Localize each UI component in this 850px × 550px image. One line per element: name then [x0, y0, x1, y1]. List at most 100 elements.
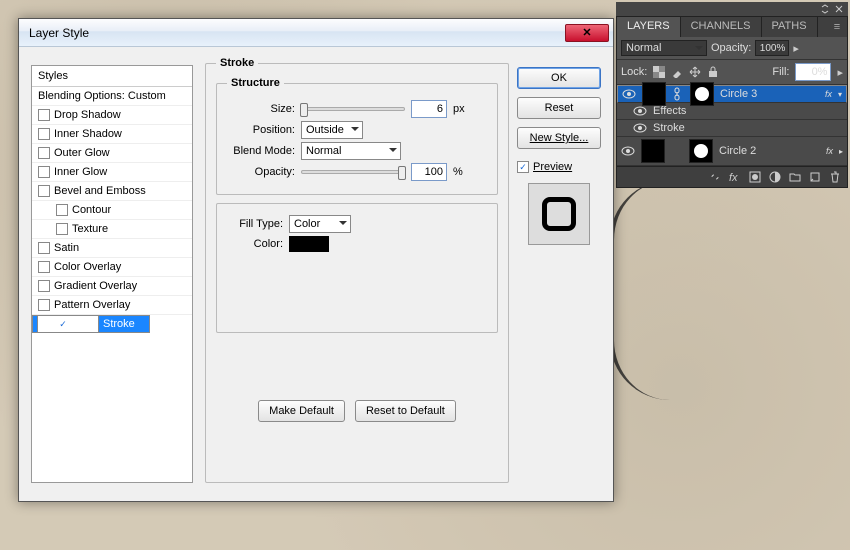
- checkbox[interactable]: ✓: [517, 161, 529, 173]
- layer-mask-icon[interactable]: [749, 171, 761, 183]
- tab-paths[interactable]: PATHS: [762, 17, 818, 37]
- chevron-right-icon[interactable]: ▸: [839, 147, 843, 156]
- stroke-group: Stroke Structure Size: px Position: Outs…: [205, 57, 509, 483]
- opacity-label: Opacity:: [227, 166, 295, 178]
- layer-thumb[interactable]: [642, 82, 666, 106]
- fx-badge[interactable]: fx: [826, 146, 833, 156]
- blendmode-select[interactable]: Normal: [301, 142, 401, 160]
- panel-tabs: LAYERS CHANNELS PATHS ≡: [617, 17, 847, 37]
- layer-style-icon[interactable]: fx: [729, 171, 741, 183]
- position-select[interactable]: Outside: [301, 121, 363, 139]
- fill-group: Fill Type: Color Color:: [216, 203, 498, 333]
- style-contour[interactable]: Contour: [32, 201, 192, 220]
- checkbox[interactable]: [38, 261, 50, 273]
- lock-transparent-icon[interactable]: [653, 66, 665, 78]
- color-swatch[interactable]: [289, 236, 329, 252]
- checkbox[interactable]: [38, 166, 50, 178]
- style-stroke[interactable]: ✓Stroke: [32, 315, 150, 333]
- visibility-icon[interactable]: [622, 89, 636, 99]
- preview-swatch: [528, 183, 590, 245]
- size-input[interactable]: [411, 100, 447, 118]
- dialog-title: Layer Style: [29, 26, 565, 40]
- style-pattern-overlay[interactable]: Pattern Overlay: [32, 296, 192, 315]
- tab-layers[interactable]: LAYERS: [617, 17, 681, 37]
- checkbox[interactable]: [38, 147, 50, 159]
- collapse-icon[interactable]: [820, 4, 830, 14]
- tab-channels[interactable]: CHANNELS: [681, 17, 762, 37]
- effect-stroke-row[interactable]: Stroke: [617, 120, 847, 137]
- position-label: Position:: [227, 124, 295, 136]
- opacity-input[interactable]: [755, 40, 789, 56]
- checkbox[interactable]: [38, 299, 50, 311]
- checkbox[interactable]: [56, 204, 68, 216]
- trash-icon[interactable]: [829, 171, 841, 183]
- close-button[interactable]: ✕: [565, 24, 609, 42]
- preview-checkbox[interactable]: ✓Preview: [517, 161, 601, 173]
- checkbox[interactable]: ✓: [37, 315, 99, 333]
- adjustment-layer-icon[interactable]: [769, 171, 781, 183]
- visibility-icon[interactable]: [621, 146, 635, 156]
- opacity-arrow-icon[interactable]: ▸: [793, 42, 799, 55]
- filltype-label: Fill Type:: [227, 218, 283, 230]
- opacity-slider[interactable]: [301, 170, 405, 174]
- lock-label: Lock:: [621, 66, 647, 78]
- style-outer-glow[interactable]: Outer Glow: [32, 144, 192, 163]
- make-default-button[interactable]: Make Default: [258, 400, 345, 422]
- blending-options-row[interactable]: Blending Options: Custom: [32, 87, 192, 106]
- panel-menu-icon[interactable]: ≡: [827, 17, 847, 37]
- visibility-icon[interactable]: [633, 106, 647, 116]
- reset-default-button[interactable]: Reset to Default: [355, 400, 456, 422]
- slider-thumb[interactable]: [398, 166, 406, 180]
- ok-button[interactable]: OK: [517, 67, 601, 89]
- titlebar[interactable]: Layer Style ✕: [19, 19, 613, 47]
- style-color-overlay[interactable]: Color Overlay: [32, 258, 192, 277]
- opacity-input[interactable]: [411, 163, 447, 181]
- layer-mask-thumb[interactable]: [689, 139, 713, 163]
- checkbox[interactable]: [38, 128, 50, 140]
- checkbox[interactable]: [38, 280, 50, 292]
- chevron-down-icon[interactable]: ▾: [838, 90, 842, 99]
- size-slider[interactable]: [301, 107, 405, 111]
- visibility-icon[interactable]: [633, 123, 647, 133]
- new-style-button[interactable]: New Style...: [517, 127, 601, 149]
- style-drop-shadow[interactable]: Drop Shadow: [32, 106, 192, 125]
- layer-name[interactable]: Circle 2: [719, 145, 820, 157]
- fx-badge[interactable]: fx: [825, 89, 832, 99]
- fill-input[interactable]: [795, 63, 831, 81]
- chevron-down-icon: [339, 221, 347, 229]
- layer-name[interactable]: Circle 3: [720, 88, 819, 100]
- style-texture[interactable]: Texture: [32, 220, 192, 239]
- filltype-select[interactable]: Color: [289, 215, 351, 233]
- style-gradient-overlay[interactable]: Gradient Overlay: [32, 277, 192, 296]
- link-layers-icon[interactable]: [709, 171, 721, 183]
- checkbox[interactable]: [56, 223, 68, 235]
- layer-mask-thumb[interactable]: [690, 82, 714, 106]
- layer-thumb[interactable]: [641, 139, 665, 163]
- checkbox[interactable]: [38, 242, 50, 254]
- style-satin[interactable]: Satin: [32, 239, 192, 258]
- reset-button[interactable]: Reset: [517, 97, 601, 119]
- group-icon[interactable]: [789, 171, 801, 183]
- layer-row[interactable]: Circle 3 fx ▾: [617, 85, 847, 103]
- style-inner-glow[interactable]: Inner Glow: [32, 163, 192, 182]
- slider-thumb[interactable]: [300, 103, 308, 117]
- checkbox[interactable]: [38, 185, 50, 197]
- panel-footer: fx: [617, 166, 847, 187]
- new-layer-icon[interactable]: [809, 171, 821, 183]
- lock-all-icon[interactable]: [707, 66, 719, 78]
- lock-paint-icon[interactable]: [671, 66, 683, 78]
- layer-row[interactable]: Circle 2 fx ▸: [617, 137, 847, 166]
- style-inner-shadow[interactable]: Inner Shadow: [32, 125, 192, 144]
- fill-arrow-icon[interactable]: ▸: [837, 66, 843, 79]
- fill-label: Fill:: [772, 66, 789, 78]
- blendmode-select[interactable]: Normal: [621, 40, 707, 56]
- styles-header[interactable]: Styles: [32, 66, 192, 87]
- link-icon[interactable]: [672, 87, 684, 101]
- checkbox[interactable]: [38, 109, 50, 121]
- close-panel-icon[interactable]: [834, 4, 844, 14]
- layers-panel: LAYERS CHANNELS PATHS ≡ Normal Opacity: …: [616, 16, 848, 188]
- style-bevel-emboss[interactable]: Bevel and Emboss: [32, 182, 192, 201]
- layer-style-dialog: Layer Style ✕ Styles Blending Options: C…: [18, 18, 614, 502]
- structure-legend: Structure: [227, 77, 284, 89]
- lock-move-icon[interactable]: [689, 66, 701, 78]
